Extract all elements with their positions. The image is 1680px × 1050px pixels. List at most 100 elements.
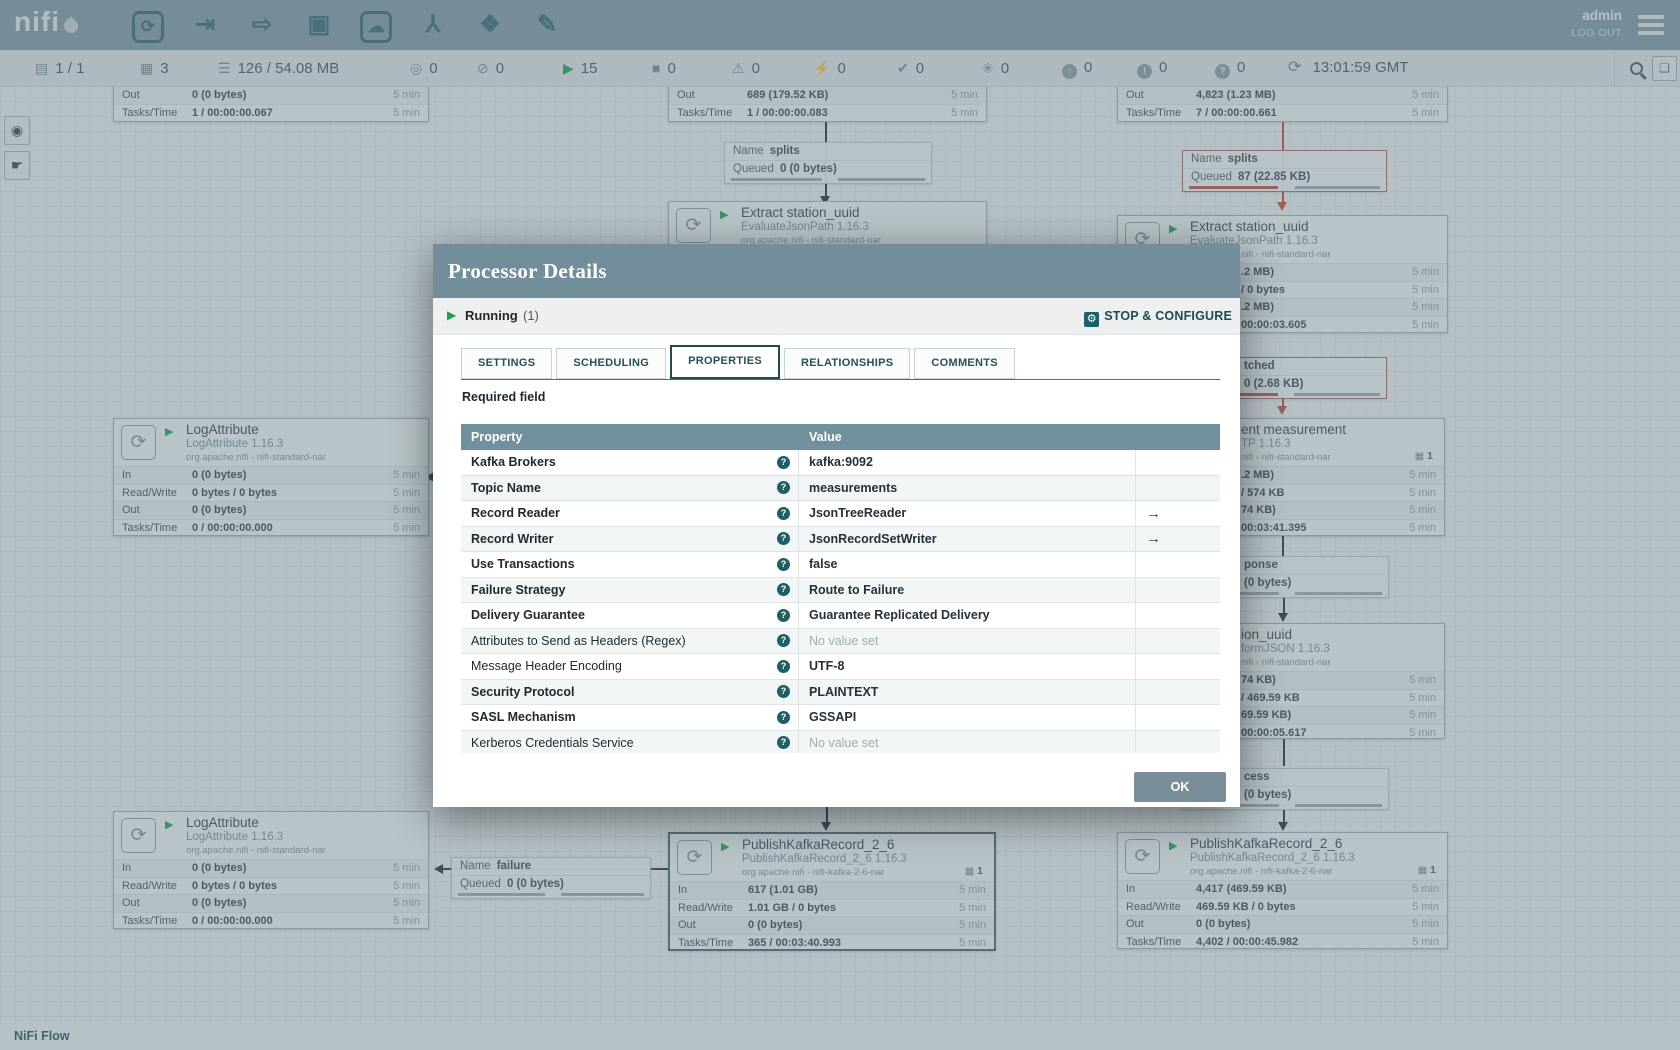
properties-table-header: Property Value xyxy=(461,424,1220,450)
property-row: Security Protocol?PLAINTEXT xyxy=(461,680,1220,706)
property-name-cell: Attributes to Send as Headers (Regex)? xyxy=(461,629,799,654)
properties-table: Property Value Kafka Brokers?kafka:9092T… xyxy=(461,424,1220,753)
property-name-cell: SASL Mechanism? xyxy=(461,705,799,730)
actions-column-header xyxy=(1136,424,1220,450)
property-actions-cell xyxy=(1136,476,1220,501)
help-icon[interactable]: ? xyxy=(777,711,790,724)
gear-icon: ⚙ xyxy=(1084,312,1099,327)
help-icon[interactable]: ? xyxy=(777,532,790,545)
property-name: Record Reader xyxy=(471,506,560,520)
dialog-status-bar: ▶ Running (1) ⚙ STOP & CONFIGURE xyxy=(433,298,1240,335)
property-row: Record Writer?JsonRecordSetWriter→ xyxy=(461,527,1220,553)
stop-and-configure-label: STOP & CONFIGURE xyxy=(1104,309,1232,323)
property-actions-cell: → xyxy=(1136,501,1220,526)
property-actions-cell xyxy=(1136,654,1220,679)
property-name-cell: Delivery Guarantee? xyxy=(461,603,799,628)
property-row: Message Header Encoding?UTF-8 xyxy=(461,654,1220,680)
help-icon[interactable]: ? xyxy=(777,456,790,469)
property-actions-cell xyxy=(1136,731,1220,754)
properties-table-body: Kafka Brokers?kafka:9092Topic Name?measu… xyxy=(461,450,1220,753)
property-actions-cell xyxy=(1136,680,1220,705)
property-name-cell: Topic Name? xyxy=(461,476,799,501)
help-icon[interactable]: ? xyxy=(777,609,790,622)
go-to-service-icon[interactable]: → xyxy=(1136,505,1161,522)
running-status-count: (1) xyxy=(523,298,539,334)
processor-details-dialog: Processor Details ▶ Running (1) ⚙ STOP & … xyxy=(433,244,1240,807)
property-value-cell: JsonRecordSetWriter xyxy=(799,527,1136,552)
property-name: Delivery Guarantee xyxy=(471,608,585,622)
property-name: Record Writer xyxy=(471,532,553,546)
property-value-cell: false xyxy=(799,552,1136,577)
property-value-cell: No value set xyxy=(799,731,1136,754)
property-row: Record Reader?JsonTreeReader→ xyxy=(461,501,1220,527)
help-icon[interactable]: ? xyxy=(777,685,790,698)
dialog-title: Processor Details xyxy=(448,244,607,298)
property-value-cell: No value set xyxy=(799,629,1136,654)
help-icon[interactable]: ? xyxy=(777,583,790,596)
property-value-cell: kafka:9092 xyxy=(799,450,1136,475)
property-name: Attributes to Send as Headers (Regex) xyxy=(471,634,686,648)
property-name-cell: Kafka Brokers? xyxy=(461,450,799,475)
dialog-footer: OK xyxy=(433,767,1240,807)
property-name-cell: Record Reader? xyxy=(461,501,799,526)
property-value-cell: GSSAPI xyxy=(799,705,1136,730)
property-actions-cell xyxy=(1136,603,1220,628)
required-field-label: Required field xyxy=(462,390,545,404)
running-status-label: Running xyxy=(465,298,518,334)
property-actions-cell xyxy=(1136,552,1220,577)
help-icon[interactable]: ? xyxy=(777,660,790,673)
dialog-header: Processor Details xyxy=(433,244,1240,298)
property-row: Kafka Brokers?kafka:9092 xyxy=(461,450,1220,476)
property-actions-cell xyxy=(1136,450,1220,475)
property-row: Use Transactions?false xyxy=(461,552,1220,578)
property-actions-cell xyxy=(1136,578,1220,603)
property-value-cell: Guarantee Replicated Delivery xyxy=(799,603,1136,628)
property-value-cell: JsonTreeReader xyxy=(799,501,1136,526)
help-icon[interactable]: ? xyxy=(777,507,790,520)
property-name: Kafka Brokers xyxy=(471,455,556,469)
property-name: Use Transactions xyxy=(471,557,575,571)
property-name: Failure Strategy xyxy=(471,583,565,597)
property-name-cell: Failure Strategy? xyxy=(461,578,799,603)
value-column-header: Value xyxy=(799,424,1136,450)
property-name: Message Header Encoding xyxy=(471,659,622,673)
property-value-cell: UTF-8 xyxy=(799,654,1136,679)
help-icon[interactable]: ? xyxy=(777,558,790,571)
property-value-cell: Route to Failure xyxy=(799,578,1136,603)
running-status-icon: ▶ xyxy=(447,308,456,322)
property-name: SASL Mechanism xyxy=(471,710,576,724)
property-name-cell: Record Writer? xyxy=(461,527,799,552)
property-value-cell: PLAINTEXT xyxy=(799,680,1136,705)
property-actions-cell xyxy=(1136,705,1220,730)
property-column-header: Property xyxy=(461,424,799,450)
nifi-app: nifi ⟳⇥⇨▣☁⅄❖✎ admin LOG OUT ⟳ 13:01:59 G… xyxy=(0,0,1680,1050)
ok-button[interactable]: OK xyxy=(1134,772,1226,802)
property-name: Topic Name xyxy=(471,481,541,495)
property-row: Attributes to Send as Headers (Regex)?No… xyxy=(461,629,1220,655)
property-row: Topic Name?measurements xyxy=(461,476,1220,502)
help-icon[interactable]: ? xyxy=(777,736,790,749)
help-icon[interactable]: ? xyxy=(777,634,790,647)
tab-settings[interactable]: SETTINGS xyxy=(461,348,552,379)
property-name: Security Protocol xyxy=(471,685,575,699)
property-name-cell: Use Transactions? xyxy=(461,552,799,577)
tab-relationships[interactable]: RELATIONSHIPS xyxy=(784,348,910,379)
tab-comments[interactable]: COMMENTS xyxy=(914,348,1015,379)
dialog-tabs: SETTINGSSCHEDULINGPROPERTIESRELATIONSHIP… xyxy=(461,347,1220,380)
property-actions-cell: → xyxy=(1136,527,1220,552)
property-actions-cell xyxy=(1136,629,1220,654)
property-row: Delivery Guarantee?Guarantee Replicated … xyxy=(461,603,1220,629)
stop-and-configure-button[interactable]: ⚙ STOP & CONFIGURE xyxy=(1084,298,1232,334)
tab-scheduling[interactable]: SCHEDULING xyxy=(556,348,666,379)
property-row: Failure Strategy?Route to Failure xyxy=(461,578,1220,604)
property-name-cell: Security Protocol? xyxy=(461,680,799,705)
property-name-cell: Message Header Encoding? xyxy=(461,654,799,679)
property-value-cell: measurements xyxy=(799,476,1136,501)
property-name: Kerberos Credentials Service xyxy=(471,736,634,750)
property-row: Kerberos Credentials Service?No value se… xyxy=(461,731,1220,754)
property-name-cell: Kerberos Credentials Service? xyxy=(461,731,799,754)
help-icon[interactable]: ? xyxy=(777,481,790,494)
tab-properties[interactable]: PROPERTIES xyxy=(670,345,780,379)
property-row: SASL Mechanism?GSSAPI xyxy=(461,705,1220,731)
go-to-service-icon[interactable]: → xyxy=(1136,530,1161,547)
